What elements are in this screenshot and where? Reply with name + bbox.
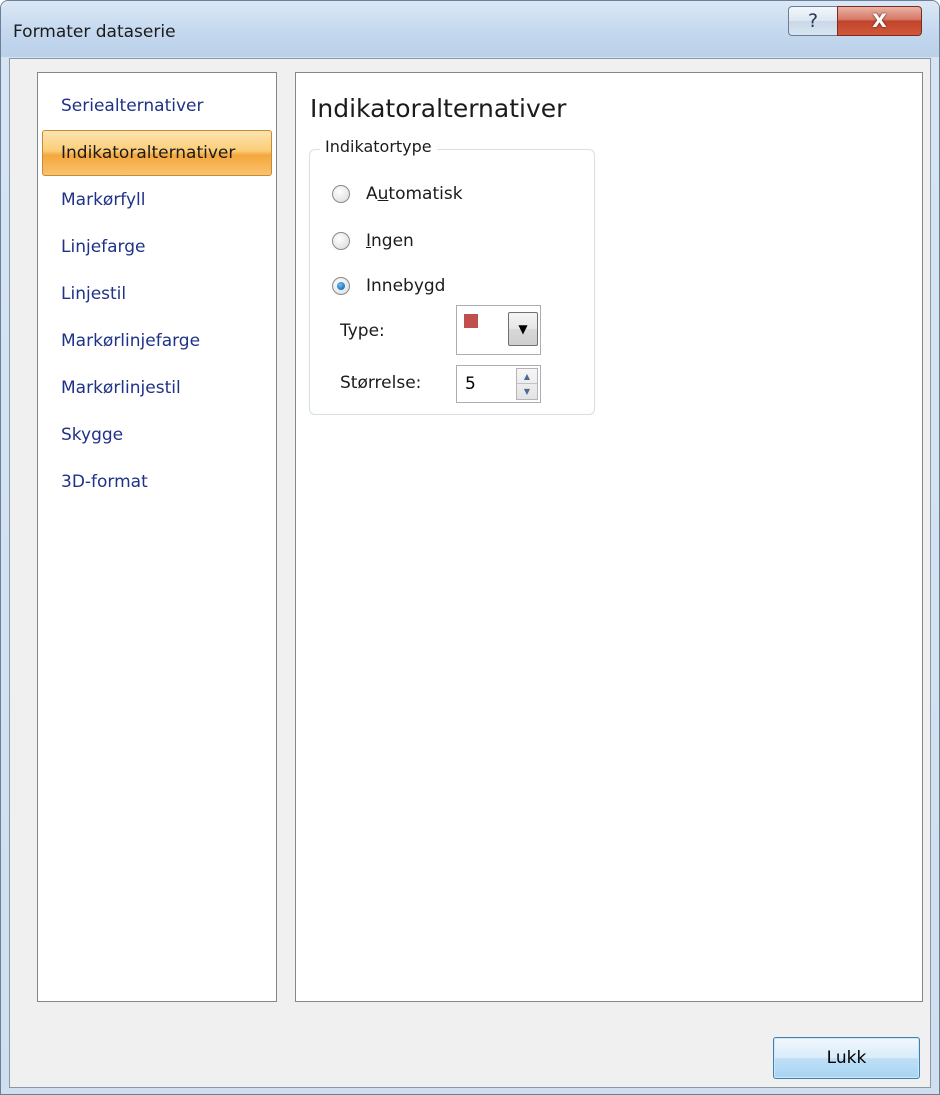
sidebar-item-label: 3D-format [61,472,148,492]
sidebar-item-marker-fill[interactable]: Markørfyll [42,177,272,223]
marker-size-stepper[interactable]: 5 ▲ ▼ [456,365,541,403]
sidebar-item-shadow[interactable]: Skygge [42,412,272,458]
sidebar-item-label: Linjefarge [61,237,146,257]
sidebar-item-marker-line-style[interactable]: Markørlinjestil [42,365,272,411]
title-bar[interactable]: Formater dataserie ? X [1,1,939,57]
help-button[interactable]: ? [788,6,838,36]
dropdown-button[interactable]: ▼ [508,312,538,346]
size-label: Størrelse: [340,373,422,393]
size-value: 5 [465,374,476,394]
close-button[interactable]: Lukk [773,1037,920,1079]
sidebar-item-series-options[interactable]: Seriealternativer [42,83,272,129]
sidebar-item-label: Skygge [61,425,124,445]
sidebar-item-label: Linjestil [61,284,127,304]
sidebar-item-label: Markørlinjefarge [61,331,201,351]
radio-label-built-in: Innebygd [366,276,446,296]
sidebar-item-label: Markørfyll [61,190,146,210]
section-heading: Indikatoralternativer [310,94,567,123]
close-window-button[interactable]: X [837,6,922,36]
close-icon: X [872,10,887,32]
spin-down-button[interactable]: ▼ [517,384,537,399]
radio-built-in[interactable]: Innebygd [332,274,445,298]
radio-none[interactable]: Ingen [332,229,414,253]
sidebar-item-line-style[interactable]: Linjestil [42,271,272,317]
chevron-down-icon: ▼ [518,322,528,336]
dialog-client-area: Seriealternativer Indikatoralternativer … [9,58,931,1088]
arrow-down-icon: ▼ [523,387,531,396]
marker-square-icon [464,314,478,328]
sidebar-item-marker-line-color[interactable]: Markørlinjefarge [42,318,272,364]
radio-label-none: Ingen [366,231,414,251]
sidebar-item-3d-format[interactable]: 3D-format [42,459,272,505]
options-panel: Indikatoralternativer Indikatortype Auto… [295,72,923,1002]
radio-circle-icon[interactable] [332,185,350,203]
sidebar-item-label: Indikatoralternativer [61,143,236,163]
sidebar-item-label: Markørlinjestil [61,378,181,398]
sidebar-item-label: Seriealternativer [61,96,204,116]
help-icon: ? [807,10,819,32]
format-data-series-dialog: Formater dataserie ? X Seriealternativer… [0,0,940,1095]
arrow-up-icon: ▲ [523,371,531,381]
size-spinner[interactable]: ▲ ▼ [516,368,538,400]
type-label: Type: [340,321,385,341]
sidebar-item-marker-options[interactable]: Indikatoralternativer [42,130,272,176]
group-legend: Indikatortype [320,137,437,156]
radio-circle-icon[interactable] [332,232,350,250]
sidebar-item-line-color[interactable]: Linjefarge [42,224,272,270]
window-title: Formater dataserie [13,22,176,42]
marker-type-group: Indikatortype Automatisk Ingen Innebygd … [309,137,595,415]
radio-checked-icon[interactable] [332,277,350,295]
radio-label-automatic: Automatisk [366,184,463,204]
radio-automatic[interactable]: Automatisk [332,182,463,206]
spin-up-button[interactable]: ▲ [517,369,537,384]
category-list: Seriealternativer Indikatoralternativer … [37,72,277,1002]
marker-type-dropdown[interactable]: ▼ [456,305,541,355]
